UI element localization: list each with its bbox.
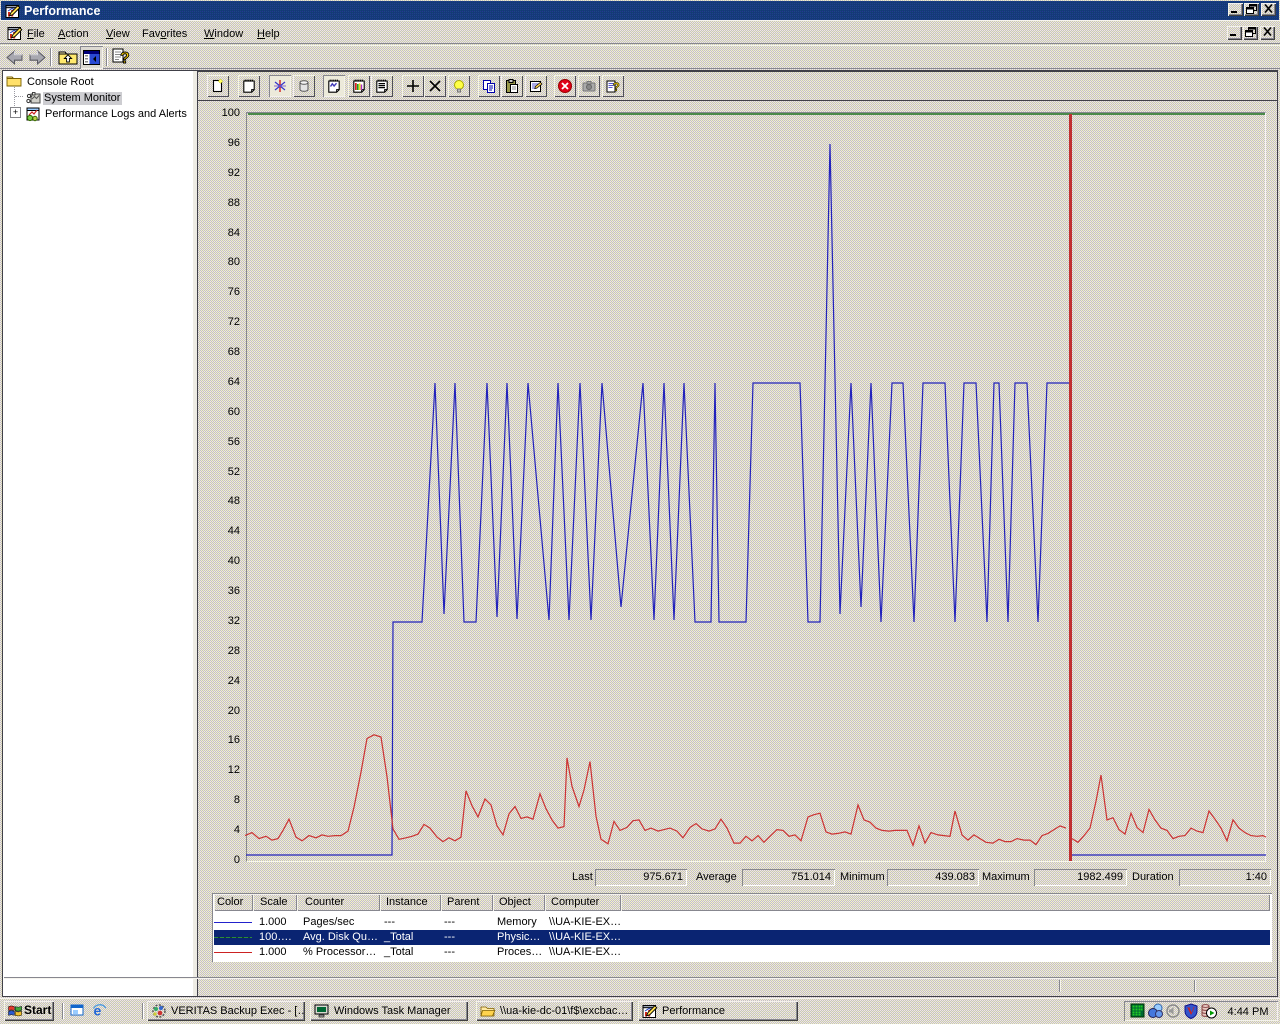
svg-text:V: V	[1187, 1006, 1195, 1018]
